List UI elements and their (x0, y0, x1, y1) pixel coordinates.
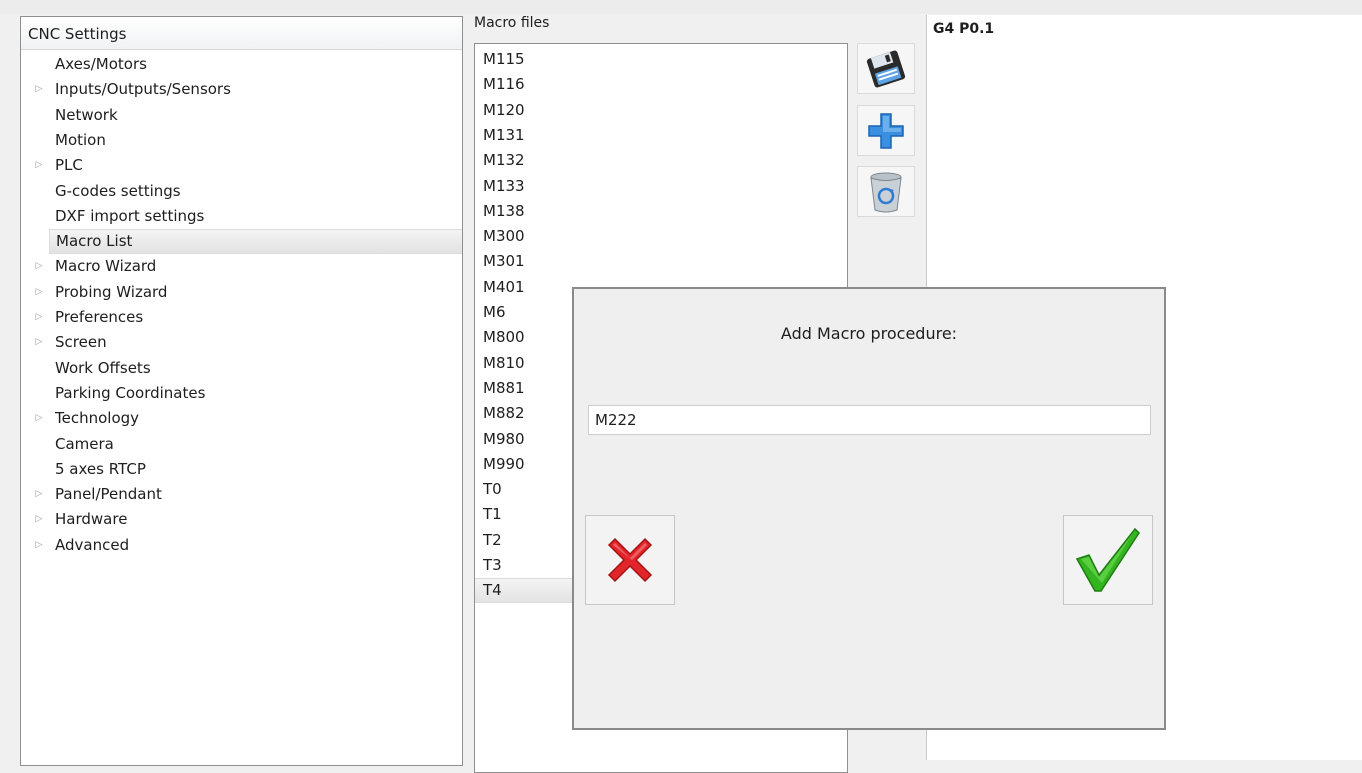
plus-icon (868, 112, 904, 149)
macro-name-input[interactable] (588, 405, 1151, 435)
expand-arrow-icon[interactable]: ▷ (33, 254, 45, 279)
tree-item-label: Macro List (49, 229, 462, 255)
delete-macro-button[interactable] (857, 166, 915, 217)
tree-item-label: Inputs/Outputs/Sensors (55, 80, 231, 99)
floppy-disk-icon (866, 50, 906, 87)
tree-item[interactable]: Motion (21, 128, 462, 153)
ok-button[interactable] (1063, 515, 1153, 605)
macro-list-item[interactable]: M138 (475, 199, 847, 224)
macro-code-text[interactable]: G4 P0.1 (933, 21, 994, 37)
tree-item-label: Advanced (55, 535, 130, 554)
macro-list-item[interactable]: M300 (475, 224, 847, 249)
macro-list-item[interactable]: M131 (475, 123, 847, 148)
expand-arrow-icon[interactable]: ▷ (33, 330, 45, 355)
tree-item-label: Axes/Motors (55, 55, 147, 73)
tree-item[interactable]: Parking Coordinates (21, 381, 462, 406)
tree-item[interactable]: ▷ PLC (21, 153, 462, 178)
expand-arrow-icon[interactable]: ▷ (33, 153, 45, 178)
tree-item-label: DXF import settings (55, 206, 205, 225)
tree-item[interactable]: ▷ Hardware (21, 507, 462, 532)
cancel-button[interactable] (585, 515, 675, 605)
expand-arrow-icon[interactable]: ▷ (33, 406, 45, 431)
tree-item[interactable]: ▷ Probing Wizard (21, 280, 462, 305)
tree-item[interactable]: ▷ Preferences (21, 305, 462, 330)
tree-item[interactable]: ▷ Technology (21, 406, 462, 431)
tree-item-label: Hardware (55, 510, 128, 529)
tree-item-label: Probing Wizard (55, 282, 168, 301)
tree-item-label: Camera (55, 434, 114, 453)
expand-arrow-icon[interactable]: ▷ (33, 533, 45, 558)
macro-list-item[interactable]: M116 (475, 72, 847, 97)
add-macro-button[interactable] (857, 105, 915, 156)
settings-tree[interactable]: CNC Settings Axes/Motors ▷ Inputs/Outputs/… (20, 16, 463, 766)
tree-item-label: Parking Coordinates (55, 383, 206, 402)
tree-item-label: Motion (55, 130, 106, 149)
green-check-icon (1075, 527, 1140, 592)
expand-arrow-icon[interactable]: ▷ (33, 305, 45, 330)
macro-list-item[interactable]: M301 (475, 249, 847, 274)
tree-item[interactable]: ▷ Inputs/Outputs/Sensors (21, 77, 462, 102)
tree-item[interactable]: ▷ Screen (21, 330, 462, 355)
tree-item-label: 5 axes RTCP (55, 459, 146, 478)
tree-item-label: Screen (55, 333, 107, 352)
tree-item[interactable]: 5 axes RTCP (21, 457, 462, 482)
tree-item-label: Network (55, 105, 118, 124)
expand-arrow-icon[interactable]: ▷ (33, 280, 45, 305)
macro-files-caption: Macro files (474, 15, 550, 31)
tree-item[interactable]: Work Offsets (21, 356, 462, 381)
tree-item[interactable]: Axes/Motors (21, 52, 462, 77)
tree-item[interactable]: ▷ Panel/Pendant (21, 482, 462, 507)
macro-list-item[interactable]: M133 (475, 174, 847, 199)
tree-item[interactable]: Macro List (21, 229, 462, 255)
tree-item-label: Preferences (55, 308, 144, 326)
tree-item[interactable]: G-codes settings (21, 179, 462, 204)
dialog-title: Add Macro procedure: (780, 324, 958, 343)
macro-list-item[interactable]: M115 (475, 47, 847, 72)
settings-tree-header: CNC Settings (21, 17, 462, 50)
tree-item[interactable]: ▷ Macro Wizard (21, 254, 462, 279)
recycle-bin-icon (870, 172, 902, 212)
tree-item-label: Technology (55, 409, 140, 428)
save-macro-button[interactable] (857, 43, 915, 94)
tree-item[interactable]: Camera (21, 432, 462, 457)
tree-item-label: Panel/Pendant (55, 485, 162, 504)
tree-item[interactable]: Network (21, 103, 462, 128)
tree-item[interactable]: DXF import settings (21, 204, 462, 229)
tree-item-label: Macro Wizard (55, 257, 157, 276)
tree-item-label: Work Offsets (55, 358, 151, 377)
macro-list-item[interactable]: M120 (475, 98, 847, 123)
expand-arrow-icon[interactable]: ▷ (33, 507, 45, 532)
window-top-edge (0, 0, 1362, 14)
tree-item-label: G-codes settings (55, 181, 181, 200)
expand-arrow-icon[interactable]: ▷ (33, 482, 45, 507)
tree-item-label: PLC (55, 156, 83, 175)
add-macro-dialog: Add Macro procedure: (572, 287, 1166, 730)
macro-list-item[interactable]: M132 (475, 148, 847, 173)
expand-arrow-icon[interactable]: ▷ (33, 77, 45, 102)
red-x-icon (607, 537, 653, 583)
tree-item[interactable]: ▷ Advanced (21, 533, 462, 558)
